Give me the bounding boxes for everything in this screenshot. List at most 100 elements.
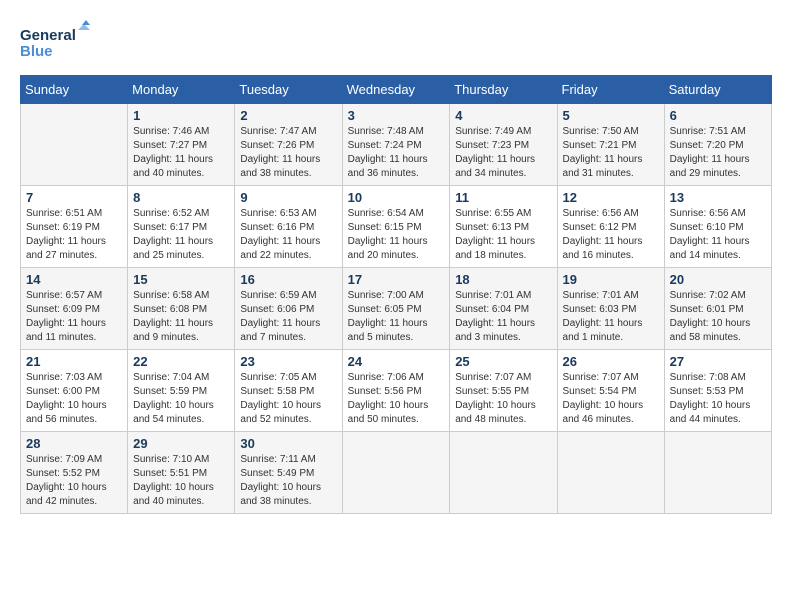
calendar-cell: 21 Sunrise: 7:03 AM Sunset: 6:00 PM Dayli… — [21, 350, 128, 432]
day-number: 1 — [133, 108, 229, 123]
day-number: 25 — [455, 354, 551, 369]
day-detail: Sunrise: 7:03 AM Sunset: 6:00 PM Dayligh… — [26, 371, 122, 427]
day-number: 17 — [348, 272, 445, 287]
calendar-body: 1Sunrise: 7:46 AM Sunset: 7:27 PM Daylig… — [21, 104, 772, 514]
day-number: 12 — [563, 190, 659, 205]
calendar-cell: 12Sunrise: 6:56 AM Sunset: 6:12 PM Dayli… — [557, 186, 664, 268]
day-number: 18 — [455, 272, 551, 287]
day-number: 26 — [563, 354, 659, 369]
logo: General Blue — [20, 20, 90, 65]
calendar-cell: 9 Sunrise: 6:53 AM Sunset: 6:16 PM Daylig… — [235, 186, 342, 268]
weekday-header: Thursday — [450, 76, 557, 104]
weekday-header: Monday — [128, 76, 235, 104]
day-detail: Sunrise: 6:53 AM Sunset: 6:16 PM Dayligh… — [240, 207, 336, 263]
svg-text:General: General — [20, 27, 76, 44]
calendar-cell: 30 Sunrise: 7:11 AM Sunset: 5:49 PM Dayli… — [235, 432, 342, 514]
day-detail: Sunrise: 7:08 AM Sunset: 5:53 PM Dayligh… — [670, 371, 766, 427]
day-detail: Sunrise: 6:55 AM Sunset: 6:13 PM Dayligh… — [455, 207, 551, 263]
weekday-header: Wednesday — [342, 76, 450, 104]
day-number: 24 — [348, 354, 445, 369]
day-detail: Sunrise: 6:56 AM Sunset: 6:10 PM Dayligh… — [670, 207, 766, 263]
calendar-cell: 27 Sunrise: 7:08 AM Sunset: 5:53 PM Dayli… — [664, 350, 771, 432]
calendar-week-row: 14 Sunrise: 6:57 AM Sunset: 6:09 PM Dayli… — [21, 268, 772, 350]
day-number: 20 — [670, 272, 766, 287]
calendar-cell: 7Sunrise: 6:51 AM Sunset: 6:19 PM Daylig… — [21, 186, 128, 268]
day-number: 7 — [26, 190, 122, 205]
day-number: 10 — [348, 190, 445, 205]
calendar-week-row: 1Sunrise: 7:46 AM Sunset: 7:27 PM Daylig… — [21, 104, 772, 186]
calendar-cell: 1Sunrise: 7:46 AM Sunset: 7:27 PM Daylig… — [128, 104, 235, 186]
calendar-cell: 15 Sunrise: 6:58 AM Sunset: 6:08 PM Dayli… — [128, 268, 235, 350]
logo-svg: General Blue — [20, 20, 90, 65]
day-detail: Sunrise: 6:57 AM Sunset: 6:09 PM Dayligh… — [26, 289, 122, 345]
day-detail: Sunrise: 7:06 AM Sunset: 5:56 PM Dayligh… — [348, 371, 445, 427]
calendar-cell: 17 Sunrise: 7:00 AM Sunset: 6:05 PM Dayli… — [342, 268, 450, 350]
day-number: 9 — [240, 190, 336, 205]
calendar-cell — [557, 432, 664, 514]
day-number: 30 — [240, 436, 336, 451]
day-detail: Sunrise: 7:09 AM Sunset: 5:52 PM Dayligh… — [26, 453, 122, 509]
calendar-cell: 4Sunrise: 7:49 AM Sunset: 7:23 PM Daylig… — [450, 104, 557, 186]
calendar-cell: 18 Sunrise: 7:01 AM Sunset: 6:04 PM Dayli… — [450, 268, 557, 350]
day-number: 27 — [670, 354, 766, 369]
day-number: 23 — [240, 354, 336, 369]
day-number: 29 — [133, 436, 229, 451]
calendar-cell: 23 Sunrise: 7:05 AM Sunset: 5:58 PM Dayli… — [235, 350, 342, 432]
calendar-cell: 11 Sunrise: 6:55 AM Sunset: 6:13 PM Dayli… — [450, 186, 557, 268]
weekday-header: Saturday — [664, 76, 771, 104]
day-detail: Sunrise: 6:52 AM Sunset: 6:17 PM Dayligh… — [133, 207, 229, 263]
day-detail: Sunrise: 7:02 AM Sunset: 6:01 PM Dayligh… — [670, 289, 766, 345]
day-number: 13 — [670, 190, 766, 205]
day-detail: Sunrise: 7:00 AM Sunset: 6:05 PM Dayligh… — [348, 289, 445, 345]
calendar-cell: 25 Sunrise: 7:07 AM Sunset: 5:55 PM Dayli… — [450, 350, 557, 432]
calendar-cell: 29 Sunrise: 7:10 AM Sunset: 5:51 PM Dayli… — [128, 432, 235, 514]
calendar-cell: 10 Sunrise: 6:54 AM Sunset: 6:15 PM Dayli… — [342, 186, 450, 268]
calendar-cell: 14 Sunrise: 6:57 AM Sunset: 6:09 PM Dayli… — [21, 268, 128, 350]
calendar-week-row: 7Sunrise: 6:51 AM Sunset: 6:19 PM Daylig… — [21, 186, 772, 268]
calendar-cell — [664, 432, 771, 514]
day-detail: Sunrise: 7:11 AM Sunset: 5:49 PM Dayligh… — [240, 453, 336, 509]
calendar-cell: 16Sunrise: 6:59 AM Sunset: 6:06 PM Dayli… — [235, 268, 342, 350]
day-number: 15 — [133, 272, 229, 287]
calendar-table: SundayMondayTuesdayWednesdayThursdayFrid… — [20, 75, 772, 514]
calendar-cell: 28 Sunrise: 7:09 AM Sunset: 5:52 PM Dayli… — [21, 432, 128, 514]
day-detail: Sunrise: 6:59 AM Sunset: 6:06 PM Dayligh… — [240, 289, 336, 345]
calendar-cell: 19Sunrise: 7:01 AM Sunset: 6:03 PM Dayli… — [557, 268, 664, 350]
day-number: 19 — [563, 272, 659, 287]
day-detail: Sunrise: 7:07 AM Sunset: 5:55 PM Dayligh… — [455, 371, 551, 427]
day-detail: Sunrise: 7:01 AM Sunset: 6:04 PM Dayligh… — [455, 289, 551, 345]
calendar-week-row: 21 Sunrise: 7:03 AM Sunset: 6:00 PM Dayli… — [21, 350, 772, 432]
day-number: 14 — [26, 272, 122, 287]
day-detail: Sunrise: 6:54 AM Sunset: 6:15 PM Dayligh… — [348, 207, 445, 263]
day-number: 2 — [240, 108, 336, 123]
calendar-cell: 13 Sunrise: 6:56 AM Sunset: 6:10 PM Dayli… — [664, 186, 771, 268]
day-detail: Sunrise: 6:58 AM Sunset: 6:08 PM Dayligh… — [133, 289, 229, 345]
calendar-cell: 5Sunrise: 7:50 AM Sunset: 7:21 PM Daylig… — [557, 104, 664, 186]
calendar-cell: 2 Sunrise: 7:47 AM Sunset: 7:26 PM Daylig… — [235, 104, 342, 186]
day-number: 6 — [670, 108, 766, 123]
day-detail: Sunrise: 7:51 AM Sunset: 7:20 PM Dayligh… — [670, 125, 766, 181]
weekday-header: Sunday — [21, 76, 128, 104]
day-number: 11 — [455, 190, 551, 205]
weekday-header: Friday — [557, 76, 664, 104]
calendar-cell: 20 Sunrise: 7:02 AM Sunset: 6:01 PM Dayli… — [664, 268, 771, 350]
calendar-cell — [21, 104, 128, 186]
calendar-cell — [342, 432, 450, 514]
day-detail: Sunrise: 7:49 AM Sunset: 7:23 PM Dayligh… — [455, 125, 551, 181]
day-detail: Sunrise: 7:07 AM Sunset: 5:54 PM Dayligh… — [563, 371, 659, 427]
calendar-cell: 6 Sunrise: 7:51 AM Sunset: 7:20 PM Daylig… — [664, 104, 771, 186]
calendar-cell: 26 Sunrise: 7:07 AM Sunset: 5:54 PM Dayli… — [557, 350, 664, 432]
day-number: 3 — [348, 108, 445, 123]
day-number: 8 — [133, 190, 229, 205]
day-number: 28 — [26, 436, 122, 451]
calendar-header-row: SundayMondayTuesdayWednesdayThursdayFrid… — [21, 76, 772, 104]
calendar-cell — [450, 432, 557, 514]
svg-text:Blue: Blue — [20, 43, 53, 60]
weekday-header: Tuesday — [235, 76, 342, 104]
day-number: 21 — [26, 354, 122, 369]
day-detail: Sunrise: 7:05 AM Sunset: 5:58 PM Dayligh… — [240, 371, 336, 427]
header: General Blue — [20, 20, 772, 65]
day-detail: Sunrise: 7:10 AM Sunset: 5:51 PM Dayligh… — [133, 453, 229, 509]
day-number: 5 — [563, 108, 659, 123]
day-detail: Sunrise: 7:47 AM Sunset: 7:26 PM Dayligh… — [240, 125, 336, 181]
